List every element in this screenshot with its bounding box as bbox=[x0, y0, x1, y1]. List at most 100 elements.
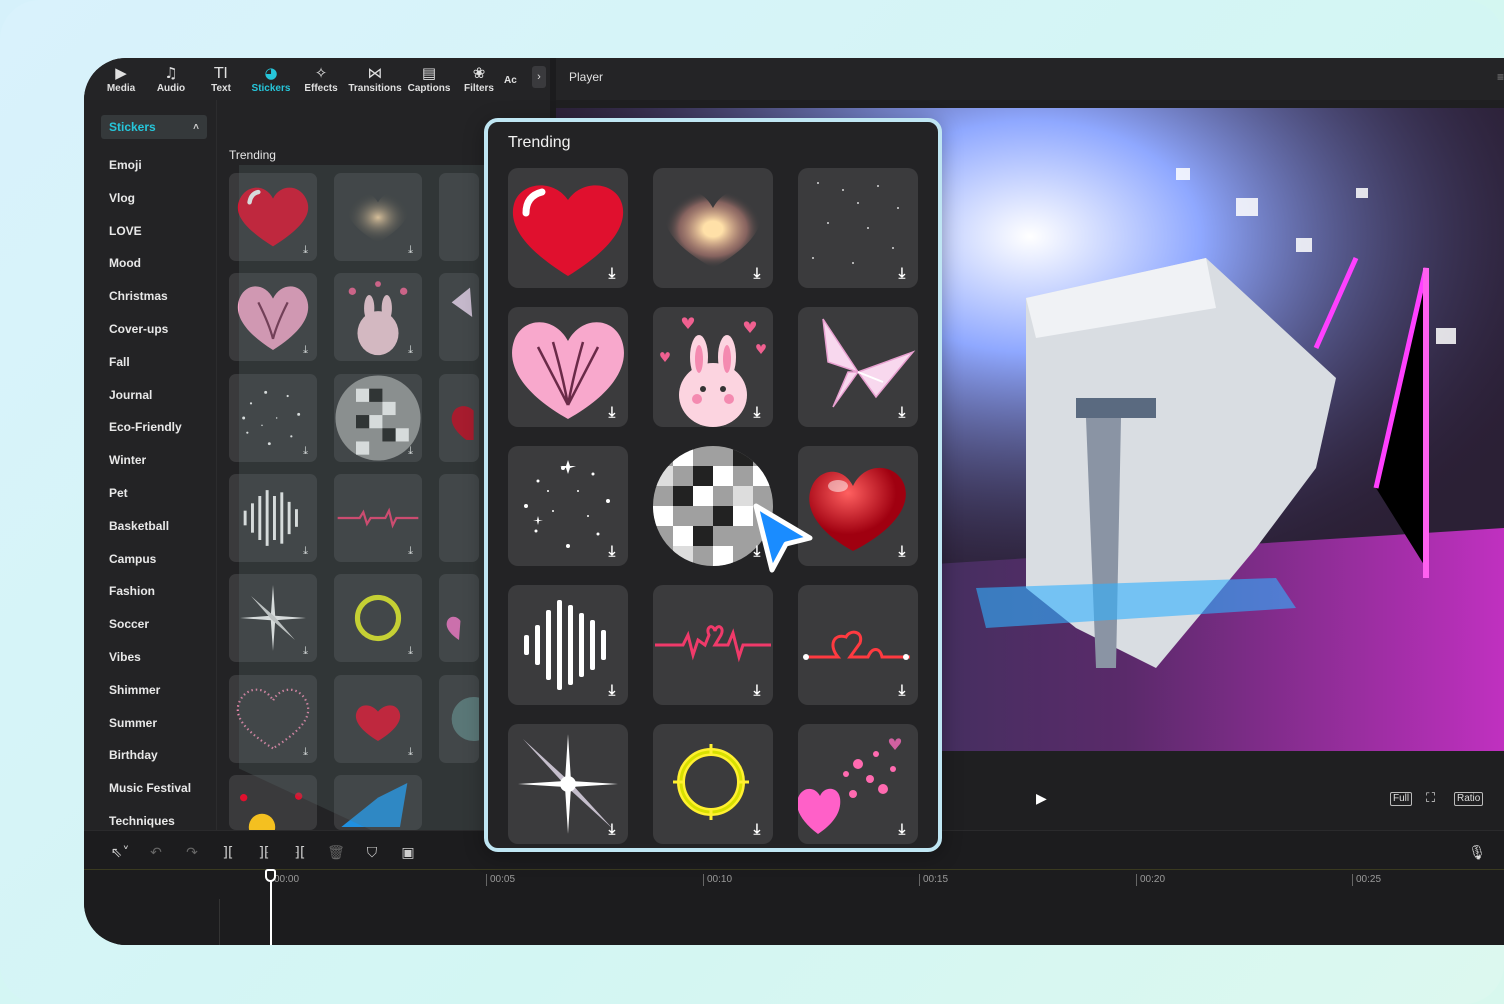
category-item[interactable]: Basketball bbox=[109, 519, 191, 552]
tab-label: Captions bbox=[407, 82, 451, 94]
floating-hearts-sticker[interactable]: ⤓ bbox=[798, 724, 918, 844]
neon-heart-line-sticker[interactable]: ⤓ bbox=[798, 585, 918, 705]
grid-title: Trending bbox=[229, 148, 276, 162]
tab-text[interactable]: TI Text bbox=[196, 58, 246, 100]
category-item[interactable]: Vibes bbox=[109, 650, 191, 683]
time-tick: 00:10 bbox=[703, 874, 732, 886]
split-right-icon[interactable]: ⁆[ bbox=[282, 845, 318, 861]
category-item[interactable]: Emoji bbox=[109, 158, 191, 191]
category-item[interactable]: Pet bbox=[109, 486, 191, 519]
trending-zoom-popup: Trending ⤓ ⤓ ⤓ ⤓ ⤓ ⤓ ⤓ ⤓ ⤓ ⤓ ⤓ ⤓ ⤓ ⤓ ⤓ bbox=[484, 118, 942, 852]
play-icon[interactable]: ▶ bbox=[1036, 790, 1047, 807]
category-item[interactable]: Vlog bbox=[109, 191, 191, 224]
tab-label: Stickers bbox=[251, 82, 291, 94]
marker-icon[interactable]: ⛉ bbox=[354, 845, 390, 861]
playhead-handle[interactable] bbox=[265, 869, 276, 882]
select-cursor-icon[interactable]: ⇖˅ bbox=[102, 845, 138, 861]
tab-label: Ac bbox=[504, 74, 517, 86]
category-item[interactable]: Summer bbox=[109, 716, 191, 749]
transitions-icon: ⋈ bbox=[367, 63, 383, 82]
fit-view-icon[interactable]: ⛶ bbox=[1424, 791, 1437, 804]
tab-media[interactable]: ▶ Media bbox=[96, 58, 146, 100]
category-item[interactable]: Journal bbox=[109, 388, 191, 421]
download-icon[interactable]: ⤓ bbox=[603, 264, 621, 282]
download-icon[interactable]: ⤓ bbox=[893, 264, 911, 282]
category-item[interactable]: Christmas bbox=[109, 289, 191, 322]
sticker-panel: Stickers ˄ Emoji Vlog LOVE Mood Christmas Cov… bbox=[84, 100, 550, 875]
sparkle-circle-sticker[interactable]: ⤓ bbox=[508, 446, 628, 566]
category-item[interactable]: Shimmer bbox=[109, 683, 191, 716]
butterfly-sticker[interactable]: ⤓ bbox=[798, 307, 918, 427]
category-item[interactable]: Campus bbox=[109, 552, 191, 585]
redo-icon[interactable]: ↷ bbox=[174, 845, 210, 861]
pointer-cursor-icon bbox=[753, 503, 813, 573]
neon-ring-sticker[interactable]: ⤓ bbox=[653, 724, 773, 844]
star-flare-sticker[interactable]: ⤓ bbox=[508, 724, 628, 844]
download-icon[interactable]: ⤓ bbox=[603, 542, 621, 560]
download-icon[interactable]: ⤓ bbox=[748, 403, 766, 421]
time-ruler bbox=[84, 869, 1504, 870]
tab-transitions[interactable]: ⋈ Transitions bbox=[346, 58, 404, 100]
playhead[interactable] bbox=[270, 871, 272, 945]
zoom-shade bbox=[239, 165, 499, 875]
tab-audio[interactable]: ♫ Audio bbox=[146, 58, 196, 100]
download-icon[interactable]: ⤓ bbox=[893, 403, 911, 421]
download-icon[interactable]: ⤓ bbox=[893, 820, 911, 838]
download-icon[interactable]: ⤓ bbox=[748, 264, 766, 282]
download-icon[interactable]: ⤓ bbox=[748, 820, 766, 838]
ratio-button[interactable]: Ratio bbox=[1454, 792, 1484, 806]
download-icon[interactable]: ⤓ bbox=[893, 681, 911, 699]
download-icon[interactable]: ⤓ bbox=[603, 681, 621, 699]
menu-icon[interactable]: ≡ bbox=[1497, 70, 1504, 84]
captions-icon: ▤ bbox=[421, 63, 437, 82]
full-button[interactable]: Full bbox=[1390, 792, 1413, 806]
category-item[interactable]: Music Festival bbox=[109, 781, 191, 814]
download-icon[interactable]: ⤓ bbox=[603, 820, 621, 838]
time-tick: 00:05 bbox=[486, 874, 515, 886]
toolbar-more-button[interactable]: › bbox=[532, 66, 546, 88]
pink-bunny-sticker[interactable]: ⤓ bbox=[653, 307, 773, 427]
download-icon[interactable]: ⤓ bbox=[893, 542, 911, 560]
time-tick: 00:25 bbox=[1352, 874, 1381, 886]
tab-label: Text bbox=[211, 82, 231, 94]
tab-stickers[interactable]: ◕ Stickers bbox=[246, 58, 296, 100]
category-item[interactable]: Mood bbox=[109, 256, 191, 289]
category-item[interactable]: Winter bbox=[109, 453, 191, 486]
timeline-toolbar: ⇖˅ ↶ ↷ ][ ]⁅ ⁆[ 🗑 ⛉ ▣ bbox=[102, 845, 426, 861]
add-to-track-icon[interactable]: ▣ bbox=[390, 845, 426, 861]
split-left-icon[interactable]: ]⁅ bbox=[246, 845, 282, 861]
chevron-right-icon: › bbox=[537, 71, 541, 83]
category-item[interactable]: Fall bbox=[109, 355, 191, 388]
tab-effects[interactable]: ✧ Effects bbox=[296, 58, 346, 100]
sparkle-dust-sticker[interactable]: ⤓ bbox=[798, 168, 918, 288]
category-item[interactable]: Cover-ups bbox=[109, 322, 191, 355]
tab-adjust[interactable]: Ac bbox=[504, 58, 526, 100]
tab-filters[interactable]: ❀ Filters bbox=[454, 58, 504, 100]
category-item[interactable]: LOVE bbox=[109, 224, 191, 257]
time-tick: 00:15 bbox=[919, 874, 948, 886]
category-dropdown[interactable]: Stickers ˄ bbox=[101, 115, 207, 139]
effects-icon: ✧ bbox=[314, 63, 328, 82]
category-item[interactable]: Fashion bbox=[109, 584, 191, 617]
download-icon[interactable]: ⤓ bbox=[603, 403, 621, 421]
popup-title: Trending bbox=[508, 134, 571, 151]
time-tick: 00:20 bbox=[1136, 874, 1165, 886]
category-item[interactable]: Birthday bbox=[109, 748, 191, 781]
sound-wave-sticker[interactable]: ⤓ bbox=[508, 585, 628, 705]
category-item[interactable]: Soccer bbox=[109, 617, 191, 650]
category-sidebar: Stickers ˄ Emoji Vlog LOVE Mood Christmas Cov… bbox=[94, 100, 216, 830]
tab-label: Transitions bbox=[348, 82, 402, 94]
microphone-icon[interactable]: 🎙 bbox=[1468, 845, 1486, 861]
heartbeat-sticker[interactable]: ⤓ bbox=[653, 585, 773, 705]
red-heart-sticker[interactable]: ⤓ bbox=[508, 168, 628, 288]
category-dropdown-label: Stickers bbox=[109, 120, 156, 134]
glowing-heart-sticker[interactable]: ⤓ bbox=[653, 168, 773, 288]
pink-heart-sticker[interactable]: ⤓ bbox=[508, 307, 628, 427]
download-icon[interactable]: ⤓ bbox=[748, 681, 766, 699]
split-icon[interactable]: ][ bbox=[210, 845, 246, 861]
delete-icon[interactable]: 🗑 bbox=[318, 845, 354, 861]
undo-icon[interactable]: ↶ bbox=[138, 845, 174, 861]
player-title: Player bbox=[569, 70, 604, 84]
tab-captions[interactable]: ▤ Captions bbox=[404, 58, 454, 100]
category-item[interactable]: Eco-Friendly bbox=[109, 420, 191, 453]
